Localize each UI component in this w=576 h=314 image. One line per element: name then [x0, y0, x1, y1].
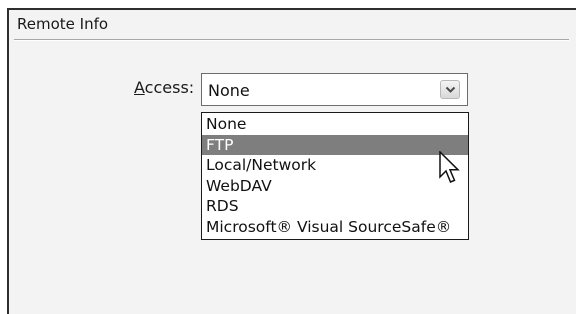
access-option-webdav[interactable]: WebDAV — [202, 176, 468, 197]
arrow-pointer-icon — [439, 151, 460, 183]
access-label: Access: — [134, 78, 194, 97]
access-option-rds[interactable]: RDS — [202, 196, 468, 217]
chevron-down-icon — [445, 86, 456, 93]
access-select[interactable]: None — [201, 73, 468, 106]
access-label-text: ccess: — [144, 78, 195, 97]
access-option-none[interactable]: None — [202, 114, 468, 135]
access-select-dropdown-button[interactable] — [440, 80, 460, 99]
access-option-visual-sourcesafe[interactable]: Microsoft® Visual SourceSafe® — [202, 217, 468, 238]
access-label-mnemonic: A — [134, 78, 145, 97]
access-option-ftp[interactable]: FTP — [202, 134, 468, 155]
section-divider — [14, 39, 569, 41]
access-options-list: None FTP Local/Network WebDAV RDS Micros… — [201, 112, 469, 240]
section-title: Remote Info — [17, 15, 109, 33]
access-select-value: None — [208, 81, 250, 100]
access-option-local-network[interactable]: Local/Network — [202, 155, 468, 176]
